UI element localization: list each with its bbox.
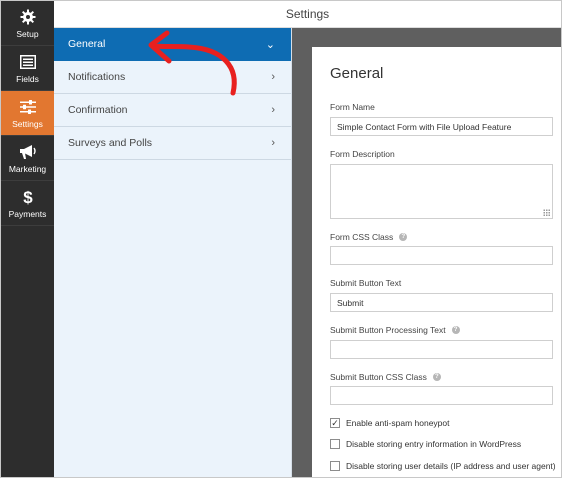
- gear-icon: [20, 8, 36, 26]
- panel-title: General: [330, 65, 384, 82]
- disable-user-details-checkbox[interactable]: [330, 461, 340, 471]
- rail-item-label: Payments: [8, 208, 47, 219]
- submit-css-class-input[interactable]: [330, 386, 553, 405]
- form-name-label: Form Name: [330, 102, 375, 112]
- rail-item-label: Setup: [16, 28, 39, 39]
- form-css-class-label-text: Form CSS Class: [330, 232, 394, 242]
- chevron-right-icon: ›: [271, 104, 275, 116]
- rail-item-label: Marketing: [8, 163, 47, 174]
- help-icon[interactable]: ?: [432, 373, 441, 381]
- rail-item-label: Settings: [12, 118, 43, 129]
- rail-item-settings[interactable]: Settings: [1, 91, 54, 136]
- section-item-confirmation[interactable]: Confirmation ›: [54, 94, 291, 127]
- form-description-label: Form Description: [330, 149, 395, 159]
- rail-item-payments[interactable]: $ Payments: [1, 181, 54, 226]
- disable-entry-storage-checkbox[interactable]: [330, 439, 340, 449]
- disable-entry-storage-option[interactable]: Disable storing entry information in Wor…: [330, 439, 521, 449]
- form-description-textarea[interactable]: [330, 164, 553, 219]
- submit-processing-text-input[interactable]: [330, 340, 553, 359]
- chevron-down-icon: ⌄: [265, 38, 275, 51]
- submit-button-text-input[interactable]: Submit: [330, 293, 553, 312]
- builder-sidebar: Setup Fields Settings Marketing $ Paymen…: [1, 1, 54, 477]
- chevron-right-icon: ›: [271, 137, 275, 149]
- disable-user-details-option[interactable]: Disable storing user details (IP address…: [330, 461, 556, 471]
- section-item-general[interactable]: General ⌄: [54, 28, 291, 61]
- settings-section-list: General ⌄ Notifications › Confirmation ›…: [54, 28, 292, 477]
- honeypot-option[interactable]: ✓ Enable anti-spam honeypot: [330, 418, 450, 428]
- sliders-icon: [19, 98, 36, 116]
- title-bar: Settings: [54, 1, 561, 28]
- section-item-notifications[interactable]: Notifications ›: [54, 61, 291, 94]
- dollar-icon: $: [22, 188, 34, 206]
- form-description-label-text: Form Description: [330, 149, 395, 159]
- honeypot-label: Enable anti-spam honeypot: [346, 418, 450, 428]
- honeypot-checkbox[interactable]: ✓: [330, 418, 340, 428]
- page-title: Settings: [285, 7, 330, 21]
- svg-text:$: $: [23, 188, 33, 206]
- submit-css-class-label-text: Submit Button CSS Class: [330, 372, 427, 382]
- help-icon[interactable]: ?: [451, 326, 460, 334]
- section-item-label: General: [68, 38, 106, 50]
- disable-user-details-label: Disable storing user details (IP address…: [346, 461, 556, 471]
- megaphone-icon: [19, 143, 37, 161]
- rail-item-marketing[interactable]: Marketing: [1, 136, 54, 181]
- form-name-label-text: Form Name: [330, 102, 375, 112]
- submit-button-text-label-text: Submit Button Text: [330, 278, 402, 288]
- submit-processing-text-label-text: Submit Button Processing Text: [330, 325, 446, 335]
- resize-grip-icon[interactable]: [543, 209, 550, 216]
- form-css-class-label: Form CSS Class ?: [330, 232, 408, 242]
- section-item-label: Surveys and Polls: [68, 137, 153, 149]
- chevron-right-icon: ›: [271, 71, 275, 83]
- help-icon[interactable]: ?: [399, 233, 408, 241]
- form-name-input[interactable]: Simple Contact Form with File Upload Fea…: [330, 117, 553, 136]
- section-item-label: Notifications: [68, 71, 126, 83]
- form-css-class-input[interactable]: [330, 246, 553, 265]
- general-settings-panel: General Form Name Simple Contact Form wi…: [312, 47, 561, 477]
- list-icon: [19, 53, 36, 71]
- submit-processing-text-label: Submit Button Processing Text ?: [330, 325, 460, 335]
- submit-button-text-label: Submit Button Text: [330, 278, 401, 288]
- settings-content: General Form Name Simple Contact Form wi…: [292, 28, 561, 477]
- section-item-label: Confirmation: [68, 104, 128, 116]
- submit-css-class-label: Submit Button CSS Class ?: [330, 372, 441, 382]
- rail-item-label: Fields: [16, 73, 39, 84]
- section-item-surveys-and-polls[interactable]: Surveys and Polls ›: [54, 127, 291, 160]
- settings-screen: Setup Fields Settings Marketing $ Paymen…: [0, 0, 562, 478]
- rail-item-fields[interactable]: Fields: [1, 46, 54, 91]
- disable-entry-storage-label: Disable storing entry information in Wor…: [346, 439, 522, 449]
- rail-item-setup[interactable]: Setup: [1, 1, 54, 46]
